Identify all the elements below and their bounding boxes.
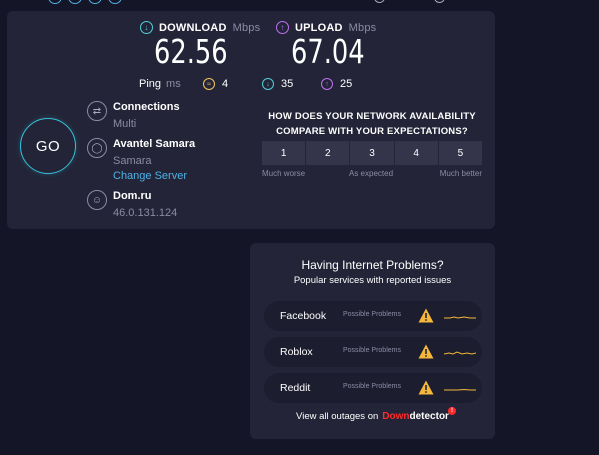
service-status: Possible Problems [343,347,401,354]
rating-option-3[interactable]: 3 [350,141,394,165]
upload-arrow-icon: ↑ [276,21,289,34]
server-name: Avantel Samara [113,138,196,150]
user-icon: ☺ [87,190,107,210]
rating-label-low: Much worse [262,169,306,178]
results-icon [374,0,385,3]
download-value: 62.56 [154,32,228,71]
ping-unit: ms [166,78,181,90]
globe-icon: ◯ [87,138,107,158]
nav-circle-icon[interactable] [48,0,62,4]
trend-sparkline [444,388,476,391]
settings-link-partial[interactable] [434,0,445,3]
logo-badge-icon: ! [447,407,456,415]
ping-upload: ↑ 25 [321,78,352,90]
settings-icon [434,0,445,3]
service-row-roblox[interactable]: Roblox Possible Problems [264,337,482,367]
ping-label-group: Ping ms [139,78,181,90]
ping-download: ↓ 35 [262,78,293,90]
nav-circle-icon[interactable] [108,0,122,4]
go-button[interactable]: GO [20,118,76,174]
connections-icon[interactable]: ⇄ [87,101,107,121]
warning-icon [418,344,434,359]
results-link-partial[interactable] [374,0,385,3]
go-label: GO [35,137,61,155]
logo-down: Down [382,411,410,422]
rating-option-1[interactable]: 1 [262,141,306,165]
problems-title: Having Internet Problems? [301,258,444,272]
trend-sparkline [444,351,476,355]
rating-option-4[interactable]: 4 [394,141,438,165]
problems-subtitle: Popular services with reported issues [293,275,452,286]
survey-question: HOW DOES YOUR NETWORK AVAILABILITY COMPA… [268,111,476,137]
service-row-facebook[interactable]: Facebook Possible Problems [264,301,482,331]
logo-detector: detector [409,411,449,422]
service-status: Possible Problems [343,383,401,390]
rating-option-5[interactable]: 5 [438,141,483,165]
nav-circle-icon[interactable] [88,0,102,4]
downdetector-logo[interactable]: Downdetector ! [382,407,456,422]
upload-latency-icon: ↑ [321,78,333,90]
rating-label-mid: As expected [349,169,394,178]
ping-idle: ≈ 4 [203,78,228,90]
connections-title: Connections [113,101,180,113]
warning-icon [418,308,434,323]
ping-download-value: 35 [281,78,294,90]
trend-sparkline [444,316,476,319]
service-name: Facebook [280,310,327,322]
top-nav-icons [48,0,122,4]
warning-icon [418,380,434,395]
service-row-reddit[interactable]: Reddit Possible Problems [264,373,482,403]
outage-text: View all outages on [296,411,379,422]
ping-label: Ping [139,78,162,90]
ping-upload-value: 25 [340,78,353,90]
nav-circle-icon[interactable] [68,0,82,4]
view-outages-link[interactable]: View all outages on Downdetector ! [250,407,495,422]
connections-value[interactable]: Multi [113,118,136,130]
provider-ip: 46.0.131.124 [113,207,178,219]
rating-option-2[interactable]: 2 [306,141,350,165]
service-name: Roblox [280,346,313,358]
download-arrow-icon: ↓ [140,21,153,34]
survey-rating: 1 2 3 4 5 [262,141,483,165]
download-latency-icon: ↓ [262,78,274,90]
idle-latency-icon: ≈ [203,78,215,90]
download-unit: Mbps [232,21,261,34]
service-status: Possible Problems [343,311,401,318]
provider-name: Dom.ru [113,190,152,202]
ping-idle-value: 4 [222,78,229,90]
change-server-link[interactable]: Change Server [113,170,187,182]
upload-value: 67.04 [291,32,365,71]
server-location: Samara [113,155,152,167]
service-name: Reddit [280,382,311,394]
rating-label-high: Much better [439,169,482,178]
